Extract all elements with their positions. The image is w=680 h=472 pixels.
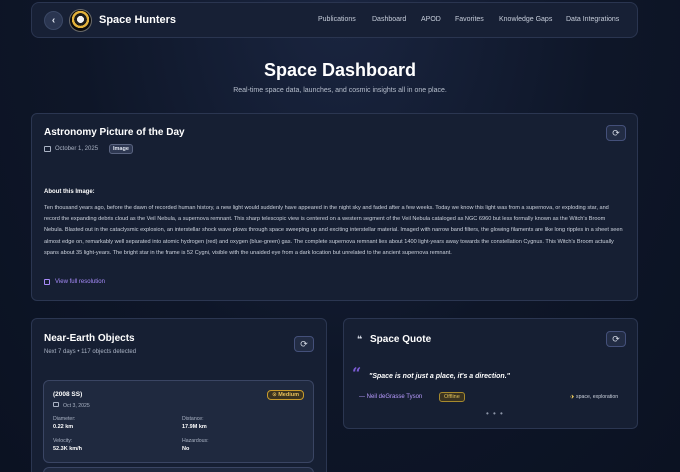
external-link-icon — [44, 279, 50, 285]
neo-refresh-button[interactable]: ⟳ — [294, 336, 314, 352]
neo-item-next[interactable] — [43, 467, 314, 472]
neo-item[interactable]: (2008 SS) Oct 3, 2025 ⊙ Medium Diameter:… — [43, 380, 314, 463]
media-type-badge: Image — [109, 144, 133, 154]
quote-author[interactable]: — Neil deGrasse Tyson — [359, 394, 422, 400]
quote-title: Space Quote — [370, 334, 432, 345]
about-label: About this Image: — [44, 189, 95, 195]
top-nav: ‹ Space Hunters Publications Dashboard A… — [31, 2, 638, 38]
quote-mark-icon: “ — [352, 364, 362, 383]
nav-link-data-integrations[interactable]: Data Integrations — [566, 16, 619, 23]
nav-link-apod[interactable]: APOD — [421, 16, 441, 23]
risk-badge: ⊙ Medium — [267, 390, 304, 400]
nav-link-dashboard[interactable]: Dashboard — [372, 16, 406, 23]
quote-text: "Space is not just a place, it's a direc… — [369, 373, 510, 380]
apod-date-text: October 1, 2025 — [55, 146, 99, 152]
distance-label: Distance: — [182, 416, 204, 422]
neo-name: (2008 SS) — [53, 391, 83, 398]
more-dots[interactable]: • • • — [486, 409, 504, 418]
quote-refresh-button[interactable]: ⟳ — [606, 331, 626, 347]
neo-date-text: Oct 3, 2025 — [63, 403, 90, 409]
brand-name[interactable]: Space Hunters — [99, 14, 176, 26]
velocity-label: Velocity: — [53, 438, 73, 444]
neo-title: Near-Earth Objects — [44, 333, 135, 344]
nav-link-favorites[interactable]: Favorites — [455, 16, 484, 23]
back-button[interactable]: ‹ — [44, 11, 63, 30]
distance-value: 17.9M km — [182, 424, 207, 430]
velocity-value: 52.3K km/h — [53, 446, 83, 452]
nav-link-knowledge-gaps[interactable]: Knowledge Gaps — [499, 16, 552, 23]
diameter-value: 0.22 km — [53, 424, 74, 430]
quote-tags: ⬗ space, exploration — [570, 394, 618, 400]
refresh-icon: ⟳ — [612, 333, 620, 344]
quote-icon: ❝ — [357, 334, 363, 344]
logo[interactable] — [69, 9, 92, 32]
neo-subtitle: Next 7 days • 117 objects detected — [44, 349, 137, 355]
full-res-label: View full resolution — [55, 279, 105, 285]
offline-badge: Offline — [439, 392, 465, 402]
hazardous-value: No — [182, 446, 190, 452]
calendar-icon — [53, 402, 59, 407]
warning-icon: ⊙ — [272, 392, 277, 398]
refresh-icon: ⟳ — [300, 338, 308, 349]
hazardous-label: Hazardous: — [182, 438, 209, 444]
tag-icon: ⬗ — [570, 394, 574, 400]
quote-tags-text: space, exploration — [576, 394, 619, 400]
chevron-left-icon: ‹ — [51, 15, 56, 26]
page-title: Space Dashboard — [263, 60, 417, 80]
apod-explanation: Ten thousand years ago, before the dawn … — [44, 205, 623, 256]
neo-date: Oct 3, 2025 — [53, 402, 90, 409]
apod-title: Astronomy Picture of the Day — [44, 127, 185, 138]
diameter-label: Diameter: — [53, 416, 76, 422]
apod-date: October 1, 2025 — [44, 146, 98, 152]
view-full-resolution-link[interactable]: View full resolution — [44, 279, 105, 285]
calendar-icon — [44, 146, 51, 152]
refresh-icon: ⟳ — [612, 127, 620, 138]
apod-refresh-button[interactable]: ⟳ — [606, 125, 626, 141]
page-subtitle: Real-time space data, launches, and cosm… — [233, 87, 447, 94]
nav-link-publications[interactable]: Publications — [318, 16, 356, 23]
risk-label: Medium — [278, 392, 299, 398]
